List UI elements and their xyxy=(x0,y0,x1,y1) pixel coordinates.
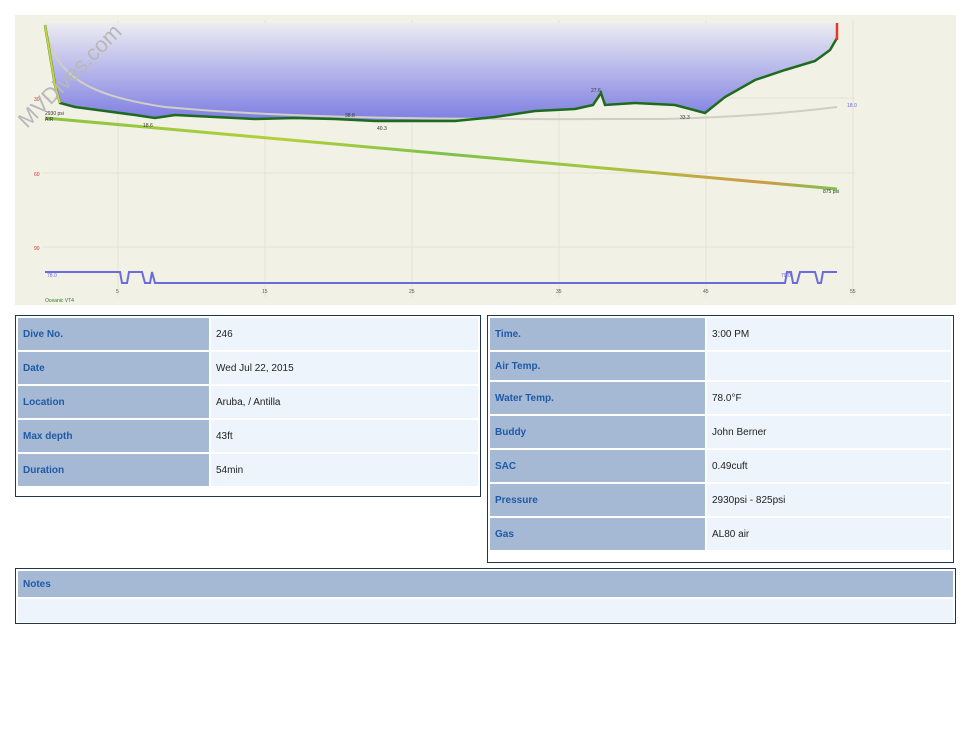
time-tick-45: 45 xyxy=(703,289,709,295)
notes-label: Notes xyxy=(18,571,953,597)
dive-info-table: Dive No. 246 Date Wed Jul 22, 2015 Locat… xyxy=(15,315,481,497)
row-water-temp: Water Temp. 78.0°F xyxy=(490,382,951,414)
row-time: Time. 3:00 PM xyxy=(490,318,951,350)
row-location: Location Aruba, / Antilla xyxy=(18,386,478,418)
row-dive-no: Dive No. 246 xyxy=(18,318,478,350)
pressure-value: 2930psi - 825psi xyxy=(707,484,951,516)
dive-conditions-table: Time. 3:00 PM Air Temp. Water Temp. 78.0… xyxy=(487,315,954,563)
air-temp-value xyxy=(707,352,951,380)
depth-tick-60: 60 xyxy=(34,172,40,178)
right-readout: 18.0 xyxy=(847,103,857,109)
pressure-end-label: 875 psi xyxy=(823,189,839,195)
buddy-value: John Berner xyxy=(707,416,951,448)
duration-label: Duration xyxy=(18,454,209,486)
row-date: Date Wed Jul 22, 2015 xyxy=(18,352,478,384)
max-depth-value: 43ft xyxy=(211,420,478,452)
dive-profile-chart: 30 60 90 5 15 25 35 45 55 2930 psi AIR 8… xyxy=(15,15,956,305)
depth-callout-2: 38.8 xyxy=(345,113,355,119)
sac-value: 0.49cuft xyxy=(707,450,951,482)
row-sac: SAC 0.49cuft xyxy=(490,450,951,482)
gas-label-cell: Gas xyxy=(490,518,705,550)
notes-value xyxy=(18,599,953,622)
gas-label: AIR xyxy=(45,117,54,123)
water-temp-label: Water Temp. xyxy=(490,382,705,414)
notes-table: Notes xyxy=(15,568,956,624)
time-tick-15: 15 xyxy=(262,289,268,295)
temp-start-label: 78.0 xyxy=(47,273,57,279)
time-tick-55: 55 xyxy=(850,289,856,295)
row-notes-body xyxy=(18,599,953,622)
time-tick-5: 5 xyxy=(116,289,119,295)
depth-callout-3: 40.3 xyxy=(377,126,387,132)
location-value: Aruba, / Antilla xyxy=(211,386,478,418)
sac-label: SAC xyxy=(490,450,705,482)
pressure-label: Pressure xyxy=(490,484,705,516)
temp-end-label: 79.0 xyxy=(781,273,791,279)
depth-tick-90: 90 xyxy=(34,246,40,252)
date-value: Wed Jul 22, 2015 xyxy=(211,352,478,384)
date-label: Date xyxy=(18,352,209,384)
dive-no-value: 246 xyxy=(211,318,478,350)
computer-label: Oceanic VT4 xyxy=(45,298,74,304)
gas-value: AL80 air xyxy=(707,518,951,550)
depth-callout-4: 27.6 xyxy=(591,88,601,94)
duration-value: 54min xyxy=(211,454,478,486)
depth-callout-1: 18.6 xyxy=(143,123,153,129)
time-label: Time. xyxy=(490,318,705,350)
buddy-label: Buddy xyxy=(490,416,705,448)
max-depth-label: Max depth xyxy=(18,420,209,452)
row-notes-header: Notes xyxy=(18,571,953,597)
row-pressure: Pressure 2930psi - 825psi xyxy=(490,484,951,516)
water-temp-value: 78.0°F xyxy=(707,382,951,414)
time-tick-35: 35 xyxy=(556,289,562,295)
depth-callout-5: 33.3 xyxy=(680,115,690,121)
location-label: Location xyxy=(18,386,209,418)
time-value: 3:00 PM xyxy=(707,318,951,350)
air-temp-label: Air Temp. xyxy=(490,352,705,380)
row-air-temp: Air Temp. xyxy=(490,352,951,380)
time-tick-25: 25 xyxy=(409,289,415,295)
row-max-depth: Max depth 43ft xyxy=(18,420,478,452)
row-buddy: Buddy John Berner xyxy=(490,416,951,448)
dive-no-label: Dive No. xyxy=(18,318,209,350)
row-duration: Duration 54min xyxy=(18,454,478,486)
row-gas: Gas AL80 air xyxy=(490,518,951,550)
